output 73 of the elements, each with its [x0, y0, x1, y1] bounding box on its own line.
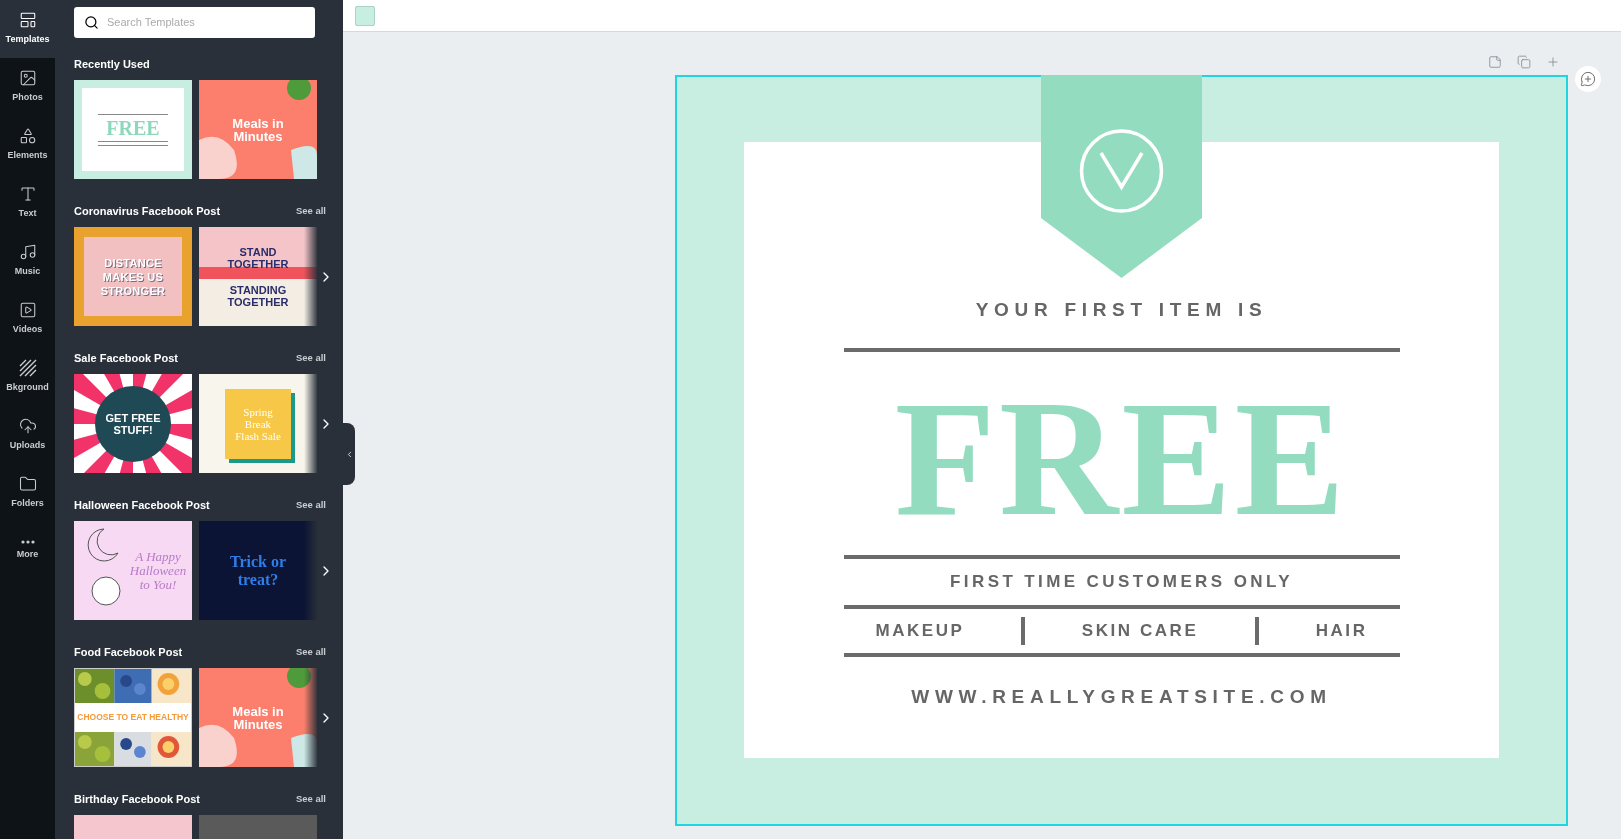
thumbnail-title: STRONGER [100, 283, 166, 298]
copy-icon[interactable] [1517, 55, 1531, 69]
folder-icon [18, 475, 37, 494]
thumbnail-title: TOGETHER [227, 295, 289, 308]
rail-tab[interactable]: Folders [0, 464, 55, 522]
more-icon [20, 540, 35, 545]
section-title: Coronavirus Facebook Post [74, 203, 221, 219]
rail-tab[interactable]: Bkground [0, 348, 55, 406]
thumbnail-title: TOGETHER [227, 257, 289, 270]
section-title: Recently Used [74, 56, 150, 72]
thumbnail-title: GET FREE [105, 411, 161, 424]
rail-tab[interactable]: Templates [0, 0, 55, 58]
thumbnail-title: Meals in [232, 704, 284, 718]
thumbnail-title: DISTANCE [104, 255, 162, 270]
thumbnail-title: Minutes [232, 129, 284, 143]
music-note-icon [18, 243, 37, 262]
thumbnail-title: MAKES US [102, 269, 164, 284]
template-thumbnail[interactable]: STAND TOGETHER STANDING TOGETHER [199, 227, 317, 326]
template-thumbnail[interactable]: GET FREE STUFF! [74, 374, 192, 473]
thumbnail-title: STUFF! [113, 423, 153, 436]
layout-icon [18, 11, 37, 30]
rail-tab[interactable]: Photos [0, 58, 55, 116]
thumbnail-title: to You! [139, 577, 177, 592]
see-all-link[interactable]: See all [295, 203, 326, 219]
thumbnail-title: Meals in [232, 116, 284, 130]
rail-tab[interactable]: Elements [0, 116, 55, 174]
thumbnail-title: CHOOSE TO EAT HEALTHY [77, 711, 189, 724]
thumbnail-title: A Happy [135, 549, 181, 564]
thumbnail-title: Spring [243, 405, 273, 418]
rail-tab[interactable]: Music [0, 232, 55, 290]
rail-tab[interactable]: Uploads [0, 406, 55, 464]
section-title: Birthday Facebook Post [74, 791, 200, 807]
design-headline: FREE [894, 376, 1349, 541]
section-title: Food Facebook Post [74, 644, 183, 660]
video-icon [18, 301, 37, 320]
see-all-link[interactable]: See all [295, 791, 326, 807]
design-eyebrow: YOUR FIRST ITEM IS [975, 298, 1268, 322]
shapes-icon [18, 127, 37, 146]
search-icon [84, 15, 99, 30]
design-category: HAIR [1315, 620, 1368, 643]
search-input[interactable]: Search Templates [107, 14, 305, 31]
text-icon [18, 185, 37, 204]
collapse-panel-tab[interactable] [343, 423, 355, 485]
thumbnail-title: FREE [106, 117, 160, 138]
section-title: Halloween Facebook Post [74, 497, 210, 513]
design-category: SKIN CARE [1081, 620, 1199, 643]
thumbnail-title: STAND [239, 245, 277, 258]
thumbnail-title: STANDING [229, 283, 287, 296]
rail-tab[interactable]: Videos [0, 290, 55, 348]
thumbnail-title: Minutes [232, 717, 284, 731]
thumbnail-title: Flash Sale [235, 429, 281, 442]
thumbnail-title: Trick or [229, 552, 287, 571]
thumbnail-title: treat? [237, 570, 279, 589]
template-thumbnail[interactable]: Trick or treat? [199, 521, 317, 620]
note-icon[interactable] [1488, 55, 1502, 69]
thumbnail-title: Break [244, 417, 272, 430]
design-subline: FIRST TIME CUSTOMERS ONLY [950, 571, 1293, 593]
see-all-link[interactable]: See all [295, 350, 326, 366]
search-field[interactable]: Search Templates [74, 7, 315, 38]
add-comment-button[interactable] [1575, 66, 1601, 92]
cloud-upload-icon [18, 417, 37, 436]
see-all-link[interactable]: See all [295, 497, 326, 513]
thumbnail-title: Halloween [129, 563, 187, 578]
section-title: Sale Facebook Post [74, 350, 178, 366]
diagonal-lines-icon [18, 359, 37, 378]
see-all-link[interactable]: See all [295, 644, 326, 660]
design-website: WWW.REALLYGREATSITE.COM [911, 685, 1332, 709]
design-category: MAKEUP [875, 620, 965, 643]
comment-plus-icon [1580, 71, 1596, 87]
color-swatch[interactable] [355, 5, 375, 26]
rail-tab[interactable]: Text [0, 174, 55, 232]
rail-tab[interactable]: More [0, 522, 55, 580]
image-icon [18, 69, 37, 88]
